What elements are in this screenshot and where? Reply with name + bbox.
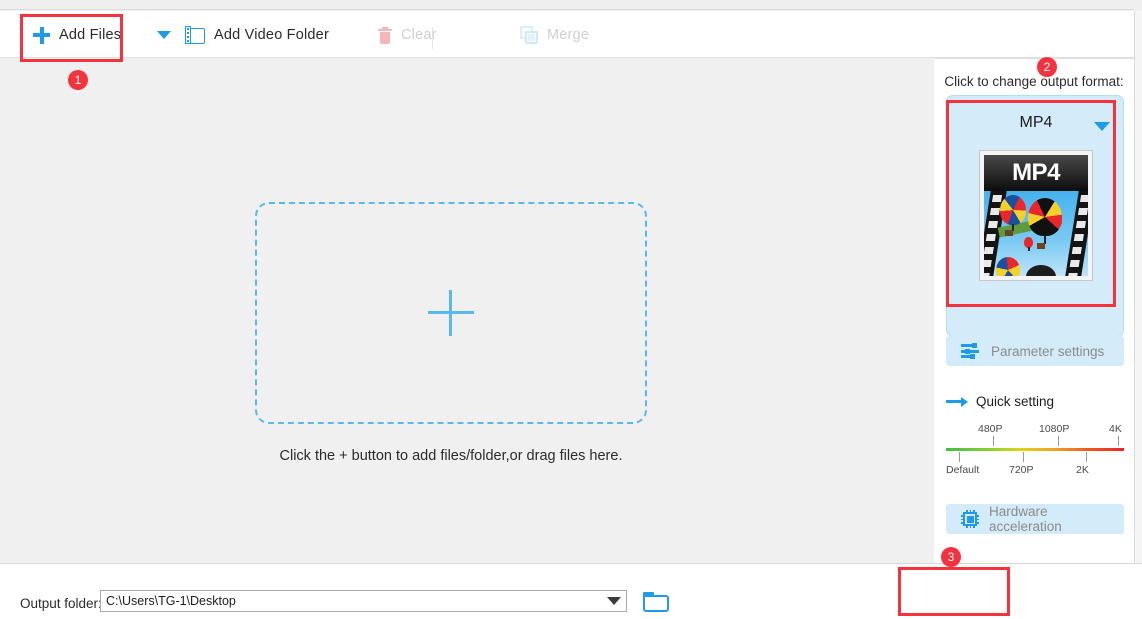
quality-label-above-1: 1080P bbox=[1039, 423, 1069, 435]
tick-2k bbox=[1086, 452, 1087, 462]
scrollbar-top-cap bbox=[1134, 0, 1142, 11]
quick-setting-header[interactable]: Quick setting bbox=[946, 394, 1054, 409]
parameter-settings-label: Parameter settings bbox=[991, 344, 1104, 359]
tick-720p bbox=[1023, 452, 1024, 462]
merge-label: Merge bbox=[547, 27, 589, 43]
quality-label-below-2: 2K bbox=[1076, 464, 1089, 476]
output-folder-input[interactable] bbox=[100, 590, 627, 612]
vertical-scrollbar[interactable] bbox=[1134, 11, 1142, 563]
output-format-panel[interactable]: MP4 MP4 bbox=[946, 95, 1124, 337]
quality-label-above-0: 480P bbox=[978, 423, 1003, 435]
app-window: Add Files Add Video Folder Clear bbox=[0, 0, 1142, 619]
folder-open-icon[interactable] bbox=[643, 592, 669, 612]
thumbnail-format-label: MP4 bbox=[984, 155, 1088, 191]
add-video-folder-label: Add Video Folder bbox=[214, 27, 329, 43]
quick-setting-label: Quick setting bbox=[976, 394, 1054, 409]
quality-label-above-2: 4K bbox=[1109, 423, 1122, 435]
annotation-badge-2: 2 bbox=[1037, 57, 1057, 77]
output-folder-dropdown-icon[interactable] bbox=[607, 597, 621, 605]
bottom-bar: Output folder: Run bbox=[0, 563, 1142, 619]
hardware-acceleration-button[interactable]: Hardware acceleration bbox=[946, 504, 1124, 534]
drop-zone-hint: Click the + button to add files/folder,o… bbox=[0, 448, 902, 464]
trash-icon bbox=[378, 27, 392, 44]
add-files-button[interactable]: Add Files bbox=[33, 20, 121, 50]
cpu-chip-icon bbox=[961, 510, 979, 528]
output-format-thumbnail[interactable]: MP4 bbox=[979, 150, 1093, 281]
tick-4k bbox=[1118, 436, 1119, 446]
video-folder-icon bbox=[185, 26, 205, 44]
annotation-badge-1: 1 bbox=[68, 70, 88, 90]
quality-label-below-1: 720P bbox=[1009, 464, 1034, 476]
sidebar-title: Click to change output format: bbox=[934, 74, 1134, 89]
hardware-acceleration-label: Hardware acceleration bbox=[989, 504, 1124, 534]
annotation-badge-3: 3 bbox=[941, 547, 961, 567]
chevron-down-icon bbox=[157, 31, 171, 39]
tick-480p bbox=[993, 436, 994, 446]
add-files-dropdown-button[interactable] bbox=[157, 20, 171, 50]
chevron-down-icon[interactable] bbox=[1094, 122, 1110, 131]
parameter-settings-button[interactable]: Parameter settings bbox=[946, 336, 1124, 366]
output-folder-label: Output folder: bbox=[20, 596, 102, 611]
toolbar-divider bbox=[432, 27, 433, 49]
window-top-strip bbox=[0, 0, 1142, 10]
tick-1080p bbox=[1058, 436, 1059, 446]
plus-icon bbox=[33, 27, 50, 44]
output-settings-sidebar: Click to change output format: MP4 MP4 bbox=[934, 58, 1134, 563]
quality-label-below-0: Default bbox=[946, 464, 979, 476]
clear-button[interactable]: Clear bbox=[378, 20, 437, 50]
merge-squares-icon bbox=[520, 26, 538, 44]
quality-gradient-bar bbox=[946, 448, 1124, 451]
drop-zone[interactable] bbox=[255, 202, 647, 424]
merge-button[interactable]: Merge bbox=[520, 20, 589, 50]
quality-slider[interactable]: 480P 1080P 4K Default 720P 2K bbox=[946, 421, 1124, 481]
plus-icon bbox=[428, 290, 474, 336]
sliders-icon bbox=[961, 343, 981, 359]
thumbnail-artwork bbox=[984, 191, 1088, 276]
add-files-label: Add Files bbox=[59, 27, 121, 43]
add-video-folder-button[interactable]: Add Video Folder bbox=[185, 20, 329, 50]
tick-default bbox=[959, 452, 960, 462]
file-list-area: Click the + button to add files/folder,o… bbox=[0, 58, 934, 563]
arrow-right-icon bbox=[946, 397, 968, 407]
toolbar: Add Files Add Video Folder Clear bbox=[0, 11, 1142, 58]
